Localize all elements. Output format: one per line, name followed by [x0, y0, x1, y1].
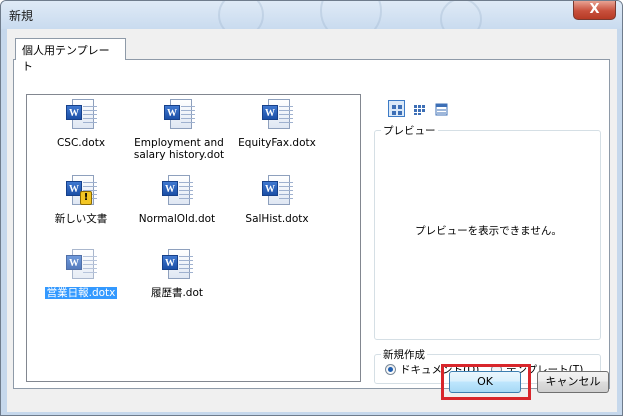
ok-button[interactable]: OK: [449, 371, 521, 393]
list-view-icon: [414, 105, 425, 115]
tab-personal-templates[interactable]: 個人用テンプレート: [15, 38, 126, 73]
template-label: Employment and salary history.dot: [133, 137, 225, 161]
template-item[interactable]: W SalHist.dotx: [227, 175, 327, 225]
dialog-client-area: 個人用テンプレート W CSC.dotx W Employment and sa…: [7, 29, 617, 412]
word-template-warning-icon: W!: [66, 175, 97, 209]
close-icon: X: [589, 2, 600, 17]
large-icons-icon: [392, 105, 402, 115]
large-icons-view-button[interactable]: [388, 100, 405, 117]
tab-panel: W CSC.dotx W Employment and salary histo…: [13, 59, 610, 389]
word-template-icon: W: [262, 175, 293, 209]
details-view-button[interactable]: [432, 100, 449, 117]
cancel-button[interactable]: キャンセル: [537, 371, 609, 393]
preview-legend: プレビュー: [381, 123, 438, 138]
new-document-dialog: 新規 X 個人用テンプレート W CSC.dotx W Employment a…: [0, 0, 623, 416]
template-label: NormalOld.dot: [138, 213, 216, 225]
title-bar[interactable]: 新規 X: [1, 1, 622, 29]
template-item[interactable]: W NormalOld.dot: [127, 175, 227, 225]
details-view-icon: [435, 103, 448, 116]
word-template-icon: W: [162, 249, 193, 283]
word-template-icon: W: [162, 175, 193, 209]
word-template-icon: W: [66, 249, 97, 283]
word-template-icon: W: [164, 99, 195, 133]
list-view-button[interactable]: [410, 100, 427, 117]
template-item[interactable]: W Employment and salary history.dot: [127, 99, 231, 161]
create-new-legend: 新規作成: [381, 347, 427, 362]
template-item[interactable]: W EquityFax.dotx: [227, 99, 327, 149]
preview-group: プレビュー プレビューを表示できません。: [374, 123, 601, 340]
template-label: SalHist.dotx: [245, 213, 309, 225]
radio-checked-icon: [385, 364, 396, 375]
window-title: 新規: [9, 9, 34, 23]
template-label: 履歴書.dot: [150, 287, 204, 299]
close-button[interactable]: X: [573, 1, 616, 20]
template-item[interactable]: W CSC.dotx: [31, 99, 131, 149]
template-item-selected[interactable]: W 営業日報.dotx: [31, 249, 131, 300]
template-item[interactable]: W! 新しい文書: [31, 175, 131, 225]
template-item[interactable]: W 履歴書.dot: [127, 249, 227, 299]
template-label: 営業日報.dotx: [43, 286, 119, 300]
preview-message: プレビューを表示できません。: [415, 225, 562, 237]
titlebar-decoration: [218, 1, 482, 29]
template-label: 新しい文書: [54, 213, 108, 225]
template-label: EquityFax.dotx: [238, 137, 316, 149]
word-template-icon: W: [262, 99, 293, 133]
template-label: CSC.dotx: [56, 137, 106, 149]
word-template-icon: W: [66, 99, 97, 133]
template-list[interactable]: W CSC.dotx W Employment and salary histo…: [26, 94, 361, 382]
